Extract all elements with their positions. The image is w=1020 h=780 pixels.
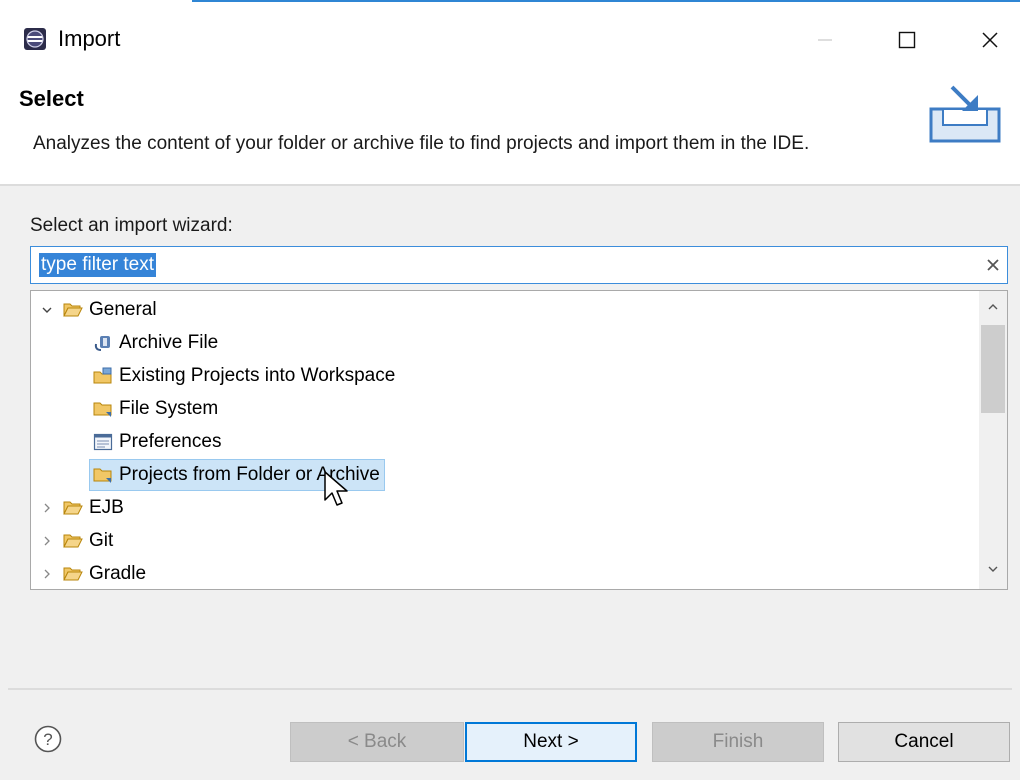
header-separator [0, 184, 1020, 186]
page-description: Analyzes the content of your folder or a… [33, 133, 810, 154]
folder-open-icon [63, 532, 83, 550]
minimize-icon [818, 39, 832, 41]
cancel-button[interactable]: Cancel [838, 722, 1010, 762]
tree-item-label: Gradle [89, 563, 147, 584]
clear-icon [987, 259, 999, 271]
filter-input[interactable]: type filter text [30, 246, 1008, 284]
tree-item-label: EJB [89, 497, 124, 518]
clear-filter-button[interactable] [981, 253, 1005, 277]
page-title: Select [19, 86, 84, 111]
tree-item-label: Projects from Folder or Archive [119, 464, 380, 485]
chevron-right-icon[interactable] [39, 533, 55, 549]
tree-item-file-system[interactable]: File System [93, 393, 218, 425]
filter-input-text: type filter text [39, 253, 156, 277]
tree-item-label: General [89, 299, 157, 320]
window-title: Import [58, 26, 121, 51]
archive-file-icon [93, 334, 113, 352]
next-button[interactable]: Next > [465, 722, 637, 762]
tree-item-label: Archive File [119, 332, 219, 353]
existing-projects-icon [93, 367, 113, 385]
close-icon [982, 32, 998, 48]
tree-item-git[interactable]: Git [39, 525, 113, 557]
file-system-folder-icon [93, 400, 113, 418]
tree-item-projects-from-folder[interactable]: Projects from Folder or Archive [89, 459, 385, 491]
tree-item-gradle[interactable]: Gradle [39, 558, 147, 589]
minimize-button[interactable] [800, 17, 850, 63]
scroll-down-button[interactable] [979, 557, 1007, 581]
chevron-up-icon [988, 304, 998, 310]
chevron-down-icon[interactable] [39, 302, 55, 318]
tree-item-label: Git [89, 530, 114, 551]
chevron-right-icon[interactable] [39, 500, 55, 516]
maximize-icon [898, 31, 916, 49]
chevron-right-icon[interactable] [39, 566, 55, 582]
close-button[interactable] [965, 17, 1015, 63]
svg-text:?: ? [43, 730, 52, 749]
tree-scrollbar[interactable] [979, 291, 1007, 589]
help-icon[interactable]: ? [33, 724, 63, 754]
footer-separator [8, 688, 1012, 690]
tree-item-existing-projects[interactable]: Existing Projects into Workspace [93, 360, 395, 392]
projects-folder-icon [93, 466, 113, 484]
back-button[interactable]: < Back [290, 722, 464, 762]
folder-open-icon [63, 499, 83, 517]
eclipse-icon [24, 28, 46, 50]
chevron-down-icon [988, 566, 998, 572]
wizard-header: Select Analyzes the content of your fold… [0, 73, 1020, 184]
tree-item-label: File System [119, 398, 219, 419]
preferences-icon [93, 433, 113, 451]
tree-item-preferences[interactable]: Preferences [93, 426, 221, 458]
tree-item-label: Existing Projects into Workspace [119, 365, 396, 386]
title-bar[interactable]: Import [0, 3, 1020, 73]
wizard-label: Select an import wizard: [30, 215, 233, 236]
scrollbar-thumb[interactable] [981, 325, 1005, 413]
folder-open-icon [63, 301, 83, 319]
tree-item-label: Preferences [119, 431, 222, 452]
tree-item-archive-file[interactable]: Archive File [93, 327, 218, 359]
import-banner-icon [929, 85, 1001, 143]
tree-item-ejb[interactable]: EJB [39, 492, 124, 524]
folder-open-icon [63, 565, 83, 583]
maximize-button[interactable] [882, 17, 932, 63]
wizard-tree[interactable]: General Archive File Existing Projects i… [30, 290, 1008, 590]
finish-button[interactable]: Finish [652, 722, 824, 762]
scroll-up-button[interactable] [979, 295, 1007, 319]
tree-item-general[interactable]: General [39, 294, 157, 326]
